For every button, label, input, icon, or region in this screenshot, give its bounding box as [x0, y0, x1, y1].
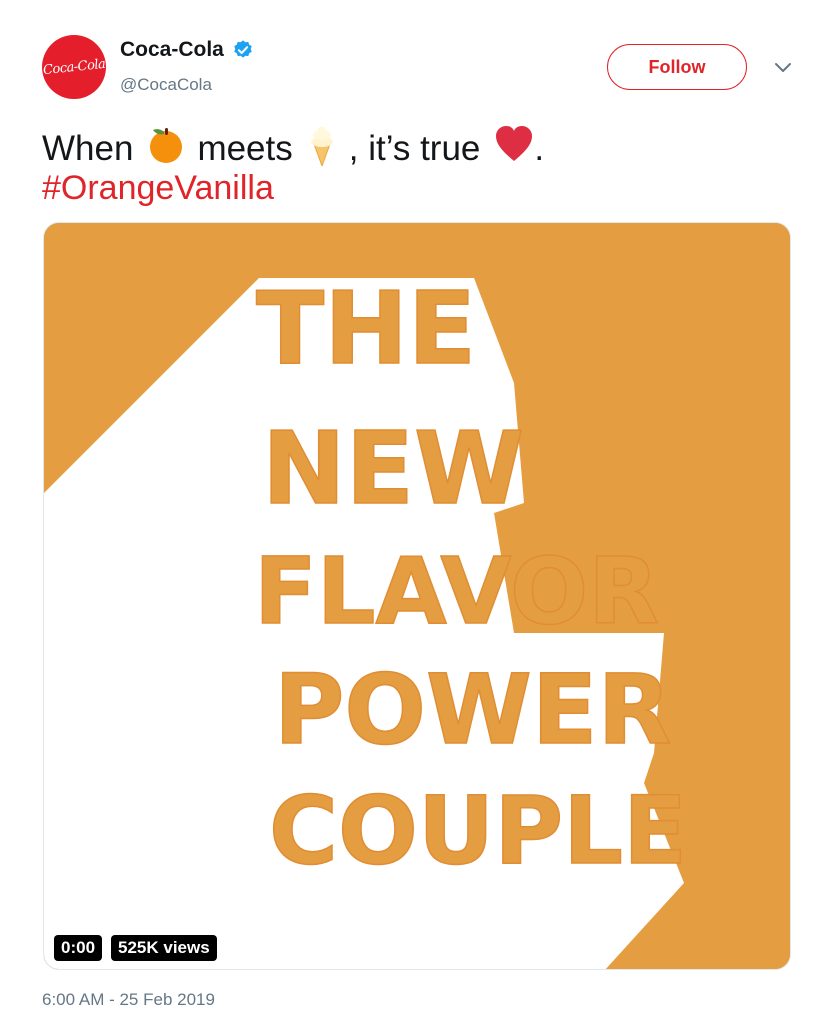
soft-serve-emoji-icon — [305, 122, 339, 179]
video-poster-artwork: THE NEW FLAVOR POWER COUPLE — [44, 223, 790, 969]
chevron-down-icon[interactable] — [772, 60, 794, 76]
headline-line: FLAVOR — [254, 538, 659, 645]
tweet-text-when: When — [42, 128, 134, 168]
tweet-text-period: . — [534, 128, 545, 168]
avatar-logo-text: Coca-Cola — [42, 56, 106, 78]
verified-badge-icon — [234, 40, 252, 58]
headline-line: POWER — [274, 654, 671, 766]
red-heart-emoji-icon — [494, 125, 534, 176]
hashtag-link[interactable]: #OrangeVanilla — [42, 166, 274, 210]
video-time-badge: 0:00 — [54, 935, 103, 961]
headline-line: NEW — [262, 410, 524, 527]
tweet-timestamp[interactable]: 6:00 AM - 25 Feb 2019 — [42, 990, 215, 1010]
tweet-text-its-true: , it’s true — [348, 128, 481, 168]
user-handle[interactable]: @CocaCola — [120, 75, 212, 95]
video-views-badge: 525K views — [111, 935, 217, 961]
headline-line: THE — [256, 270, 476, 387]
author-name-row: Coca-Cola — [120, 38, 254, 62]
video-player[interactable]: THE NEW FLAVOR POWER COUPLE — [43, 222, 791, 970]
headline-line: COUPLE — [269, 777, 687, 886]
avatar[interactable]: Coca-Cola — [42, 35, 106, 99]
follow-button[interactable]: Follow — [607, 44, 747, 90]
display-name[interactable]: Coca-Cola — [120, 38, 224, 62]
tweet-text-meets: meets — [197, 128, 293, 168]
